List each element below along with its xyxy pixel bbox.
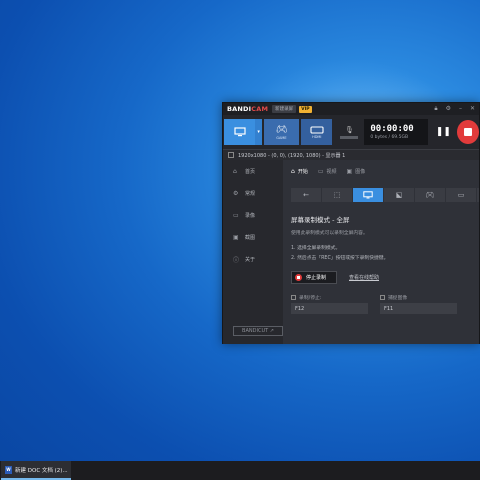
device-mode-button[interactable]: HDMI: [301, 119, 333, 145]
sidebar-item-video[interactable]: ▭ 录像: [223, 204, 283, 226]
sidebar-item-home[interactable]: ⌂ 首页: [223, 160, 283, 182]
online-help-link[interactable]: 查看在线帮助: [349, 274, 379, 281]
record-hotkey-label: 录制/停止:: [291, 294, 368, 301]
image-icon: ▣: [233, 233, 239, 241]
area-checkbox[interactable]: [228, 152, 234, 158]
record-stop-button[interactable]: [456, 120, 479, 144]
stop-icon: [295, 274, 302, 281]
pause-button[interactable]: ❚❚: [436, 127, 451, 137]
mode-heading: 屏幕录制模式 - 全屏: [291, 216, 350, 224]
image-icon: ▣: [346, 167, 353, 175]
minimize-icon[interactable]: –: [459, 105, 462, 113]
capture-hotkey-field[interactable]: F11: [380, 303, 457, 314]
gamepad-icon: 🎮︎: [275, 124, 288, 135]
cursor-mode-icon[interactable]: ⬕: [384, 188, 415, 202]
capture-hotkey-checkbox[interactable]: [380, 295, 385, 300]
record-hotkey-checkbox[interactable]: [291, 295, 296, 300]
monitor-icon: [234, 127, 246, 137]
taskbar: W 新建 DOC 文档 (2)...: [0, 461, 480, 480]
audio-control[interactable]: 🎙︎: [336, 126, 362, 139]
tab-start[interactable]: ⌂ 开始: [291, 168, 308, 175]
video-icon: ▭: [233, 211, 239, 219]
device-mode-icon[interactable]: ▭: [446, 188, 477, 202]
sidebar: ⌂ 首页 ⚙ 常规 ▭ 录像 ▣ 截图 ⓘ 关于 BANDICUT ↗: [223, 160, 283, 344]
bandicut-button[interactable]: BANDICUT ↗: [233, 326, 283, 336]
document-icon: W: [5, 465, 12, 474]
volume-bar: [340, 135, 359, 139]
capture-area-bar[interactable]: 1920x1080 - (0, 0), (1920, 1080) - 显示器 1: [223, 149, 479, 160]
instruction-step-1: 1. 选择全屏录制模式。: [291, 246, 341, 251]
taskbar-item-document[interactable]: W 新建 DOC 文档 (2)...: [1, 461, 71, 480]
sidebar-item-image[interactable]: ▣ 截图: [223, 226, 283, 248]
tab-bar: ⌂ 开始 ▭ 视频 ▣ 图像: [291, 164, 479, 178]
chevron-down-icon: ▾: [257, 129, 260, 135]
game-mode-icon[interactable]: 🎮︎: [415, 188, 446, 202]
home-icon: ⌂: [291, 167, 295, 175]
mode-toolbar: ▾ 🎮︎ GAME HDMI 🎙︎ 00:00:00 0 bytes / 69.…: [223, 115, 479, 149]
hotkey-section: 录制/停止: F12 捕捉图像 F11: [291, 294, 479, 314]
sidebar-item-general[interactable]: ⚙ 常规: [223, 182, 283, 204]
region-mode-icon[interactable]: ⬚: [322, 188, 353, 202]
tab-image[interactable]: ▣ 图像: [347, 168, 366, 175]
back-arrow-icon[interactable]: ←: [291, 188, 322, 202]
tab-video[interactable]: ▭ 视频: [318, 168, 337, 175]
instruction-step-2: 2. 然后点击「REC」按钮或按下录制快捷键。: [291, 256, 389, 261]
video-icon: ▭: [317, 167, 324, 175]
fullscreen-mode-icon[interactable]: [353, 188, 384, 202]
stop-recording-button[interactable]: 停止录制: [291, 271, 337, 284]
vip-badge[interactable]: VIP: [299, 105, 312, 113]
info-icon: ⓘ: [233, 256, 240, 264]
screen-mode-dropdown[interactable]: ▾: [255, 119, 262, 145]
app-logo: BANDICAM: [227, 105, 269, 113]
gear-icon: ⚙: [233, 189, 239, 197]
capture-area-text: 1920x1080 - (0, 0), (1920, 1080) - 显示器 1: [238, 152, 346, 159]
home-icon: ⌂: [233, 167, 237, 175]
game-mode-button[interactable]: 🎮︎ GAME: [263, 119, 300, 145]
lock-icon[interactable]: 🔒︎: [434, 105, 437, 113]
gear-icon[interactable]: ⚙: [446, 105, 451, 113]
capture-hotkey-label: 捕捉图像: [380, 294, 457, 301]
record-timer: 00:00:00 0 bytes / 69.5GB: [364, 119, 428, 145]
mode-description: 使用此录制模式可以录制全屏内容。: [291, 231, 368, 236]
record-hotkey-field[interactable]: F12: [291, 303, 368, 314]
sidebar-item-about[interactable]: ⓘ 关于: [223, 248, 283, 270]
close-icon[interactable]: ✕: [470, 105, 475, 113]
screen-mode-button[interactable]: [224, 119, 256, 145]
app-tag: 新建录屏: [272, 105, 297, 113]
title-bar: BANDICAM 新建录屏 VIP 🔒︎ ⚙ – ✕: [223, 103, 479, 115]
hdmi-icon: [310, 125, 324, 134]
main-panel: ⌂ 开始 ▭ 视频 ▣ 图像 ← ⬚ ⬕ 🎮︎ ▭ 屏幕录制模式 - 全屏 使用此录制…: [283, 160, 479, 344]
microphone-icon: 🎙︎: [344, 125, 354, 134]
stop-icon: [463, 128, 472, 136]
record-mode-bar: ← ⬚ ⬕ 🎮︎ ▭: [291, 188, 479, 202]
bandicam-window: BANDICAM 新建录屏 VIP 🔒︎ ⚙ – ✕ ▾ 🎮︎ GAME HDM…: [222, 102, 480, 344]
